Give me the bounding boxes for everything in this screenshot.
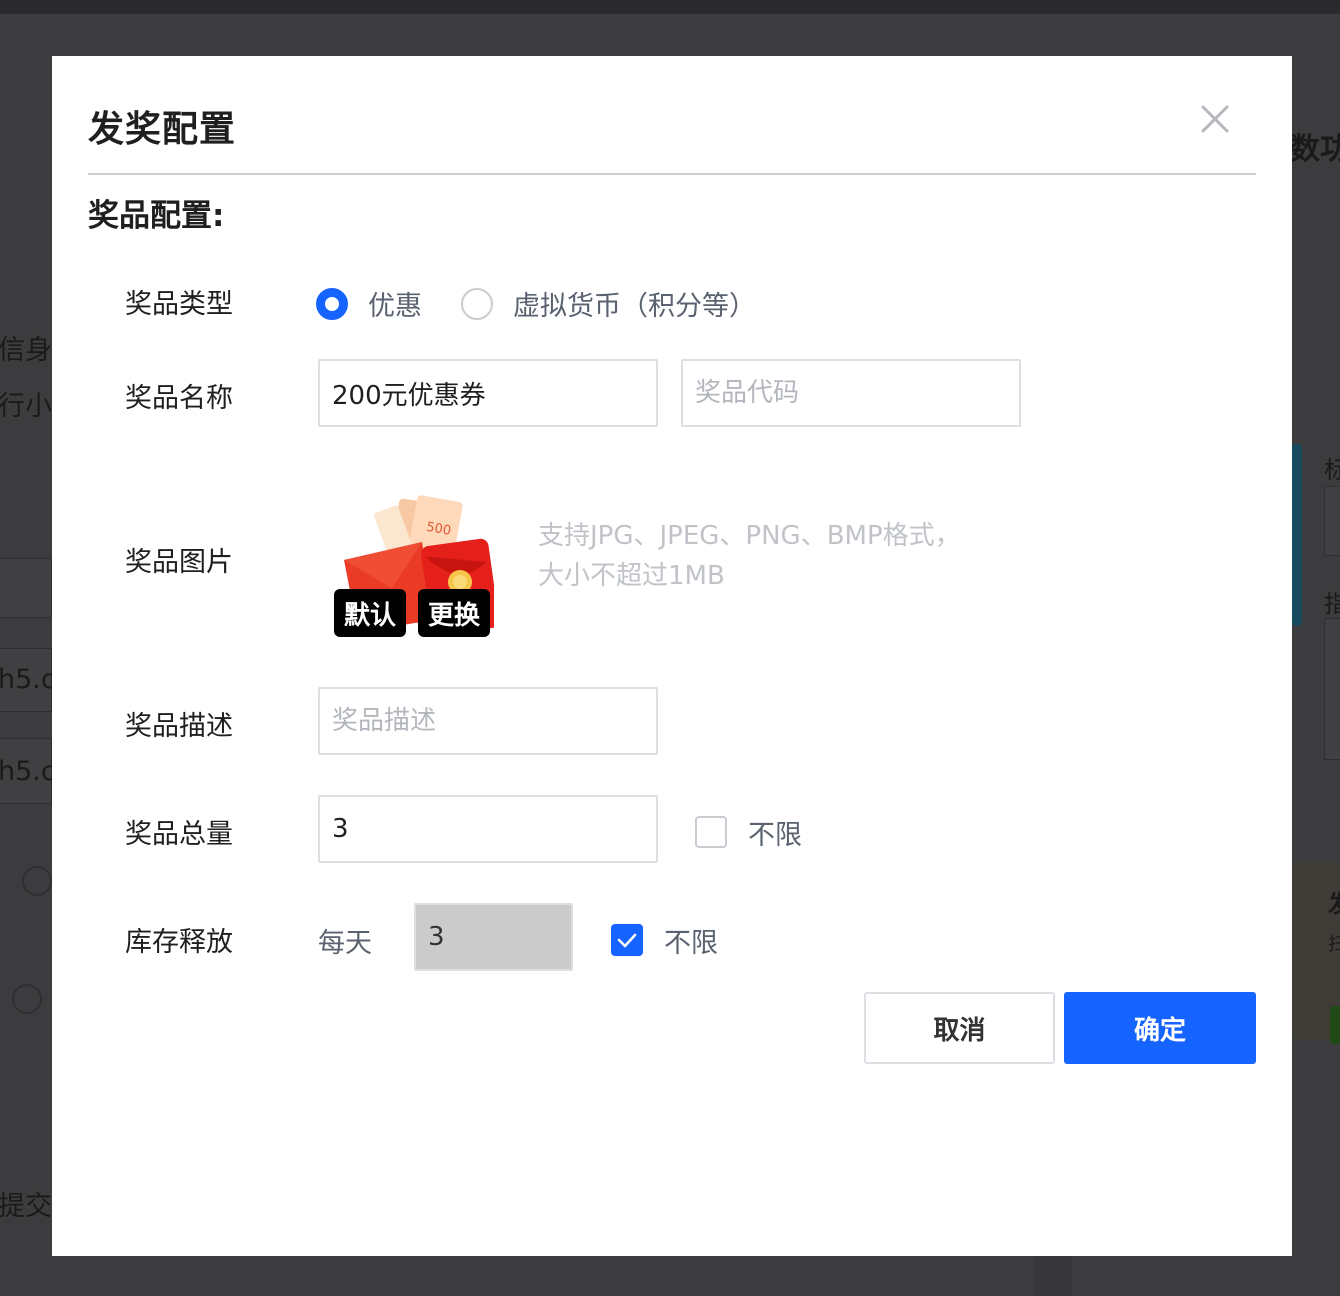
release-unlimited-checkbox[interactable] (611, 924, 643, 956)
prize-desc-label: 奖品描述 (125, 711, 233, 742)
radio-virtual-currency-label: 虚拟货币（积分等） (513, 291, 756, 322)
background-text: 提交 (0, 1191, 52, 1222)
background-panel (1292, 444, 1302, 626)
total-unlimited-label: 不限 (748, 820, 802, 851)
background-text: 标 (1324, 456, 1340, 484)
daily-release-input[interactable] (414, 903, 573, 971)
default-image-button[interactable]: 默认 (334, 589, 406, 637)
background-radio (22, 866, 52, 896)
confirm-button[interactable]: 确定 (1064, 992, 1256, 1064)
prize-total-label: 奖品总量 (125, 819, 233, 850)
background-text: 发 (1328, 884, 1340, 919)
prize-type-label: 奖品类型 (125, 289, 233, 320)
change-image-button[interactable]: 更换 (418, 589, 490, 637)
checkmark-icon (617, 933, 637, 948)
radio-checked-icon (316, 287, 348, 320)
background-badge (1330, 1006, 1340, 1044)
release-unlimited-label: 不限 (664, 928, 718, 959)
background-text: 扫 (1328, 934, 1340, 955)
radio-virtual-currency[interactable]: 虚拟货币（积分等） (461, 284, 756, 323)
title-divider (88, 173, 1256, 175)
radio-unchecked-icon (461, 287, 493, 320)
background-panel (1034, 1256, 1072, 1296)
background-text: h5.c (0, 664, 56, 695)
stock-release-label: 库存释放 (125, 927, 233, 958)
prize-name-label: 奖品名称 (125, 383, 233, 414)
background-topbar (0, 0, 1340, 14)
prize-image-label: 奖品图片 (125, 547, 233, 578)
section-title: 奖品配置: (88, 198, 225, 234)
radio-discount[interactable]: 优惠 (316, 284, 422, 323)
prize-code-input[interactable] (681, 359, 1021, 427)
background-text: h5.c (0, 756, 56, 787)
cancel-button[interactable]: 取消 (864, 992, 1055, 1064)
prize-total-input[interactable] (318, 795, 658, 863)
background-radio (12, 984, 42, 1014)
per-day-label: 每天 (318, 928, 372, 959)
background-input (0, 558, 52, 618)
close-icon[interactable] (1198, 102, 1232, 136)
prize-config-dialog: 发奖配置 奖品配置: 奖品类型 优惠 虚拟货币（积分等） 奖品名称 奖品图片 5… (52, 56, 1292, 1256)
dialog-title: 发奖配置 (88, 109, 237, 150)
background-text: 指 (1324, 590, 1340, 618)
prize-name-input[interactable] (318, 359, 658, 427)
total-unlimited-checkbox[interactable] (695, 816, 727, 848)
background-input (1324, 486, 1340, 556)
background-text: 行小 (0, 391, 52, 422)
radio-discount-label: 优惠 (368, 291, 422, 322)
background-text: 数功能 (1290, 132, 1340, 167)
background-input (1324, 618, 1340, 760)
prize-desc-input[interactable] (318, 687, 658, 755)
image-format-hint: 支持JPG、JPEG、PNG、BMP格式，大小不超过1MB (538, 521, 961, 591)
